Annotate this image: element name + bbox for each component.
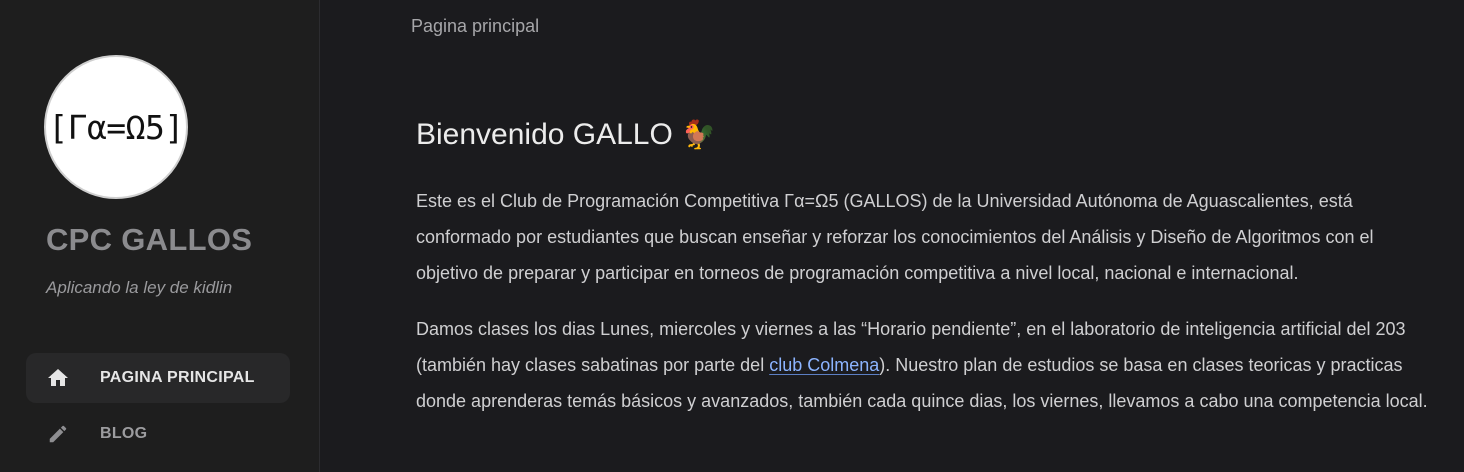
home-icon [46,366,70,390]
sidebar: [Γα=Ω5] CPC GALLOS Aplicando la ley de k… [0,0,320,472]
club-colmena-link[interactable]: club Colmena [769,355,879,375]
nav-item-blog[interactable]: BLOG [26,409,290,459]
page-title-text: Bienvenido GALLO [416,118,673,151]
page-title: Bienvenido GALLO 🐓 [416,112,1436,158]
nav-item-pagina-principal[interactable]: PAGINA PRINCIPAL [26,353,290,403]
avatar[interactable]: [Γα=Ω5] [44,55,188,199]
nav-item-label: BLOG [100,425,148,442]
avatar-logo-text: [Γα=Ω5] [48,107,184,147]
sidebar-nav: PAGINA PRINCIPAL BLOG [26,353,290,465]
schedule-paragraph: Damos clases los dias Lunes, miercoles y… [416,311,1436,419]
breadcrumb: Pagina principal [411,16,540,36]
site-subtitle: Aplicando la ley de kidlin [46,278,233,297]
nav-item-label: PAGINA PRINCIPAL [100,369,255,386]
main-content: Bienvenido GALLO 🐓 Este es el Club de Pr… [416,112,1436,419]
site-title[interactable]: CPC GALLOS [46,222,252,258]
intro-paragraph: Este es el Club de Programación Competit… [416,191,1374,283]
rooster-icon: 🐓 [681,119,717,150]
pencil-icon [46,422,70,446]
